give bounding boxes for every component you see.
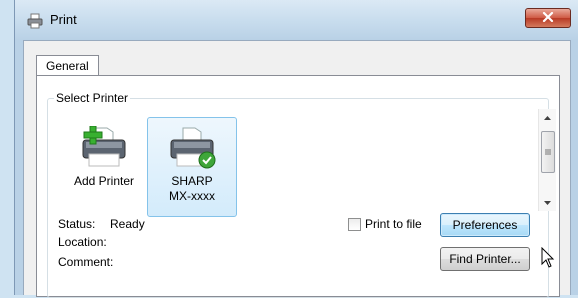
dialog-client-area: General Select Printer Add Printer SHARP… — [23, 40, 571, 298]
location-label: Location: — [58, 235, 107, 249]
window-title: Print — [50, 12, 77, 27]
mouse-pointer-icon — [541, 246, 555, 269]
printer-icon — [27, 13, 43, 29]
preferences-button[interactable]: Preferences — [440, 213, 530, 237]
printer-label: Add Printer — [73, 174, 135, 188]
close-button[interactable] — [525, 8, 571, 28]
printer-list[interactable]: Add Printer SHARP MX-xxxx — [60, 105, 530, 217]
general-tab-page: Select Printer Add Printer SHARP MX-xxxx… — [36, 75, 560, 298]
scroll-up-icon[interactable] — [539, 109, 556, 126]
printer-item-sharp-mx[interactable]: SHARP MX-xxxx — [147, 117, 237, 217]
printer-default-icon — [165, 126, 219, 170]
select-printer-group: Select Printer Add Printer SHARP MX-xxxx… — [47, 91, 556, 298]
status-value: Ready — [110, 217, 145, 231]
tab-general[interactable]: General — [36, 55, 99, 76]
select-printer-label: Select Printer — [54, 91, 131, 105]
title-bar[interactable]: Print — [15, 0, 578, 40]
scroll-thumb[interactable] — [541, 131, 555, 173]
print-dialog-window: Print General Select Printer Add Printer… — [14, 0, 578, 298]
print-to-file-checkbox[interactable] — [348, 217, 361, 231]
print-to-file-label: Print to file — [365, 217, 422, 231]
add-printer-icon — [77, 125, 131, 170]
comment-label: Comment: — [58, 255, 114, 269]
comment-row: Comment: — [58, 255, 114, 269]
printer-item-add-printer[interactable]: Add Printer — [61, 118, 147, 216]
find-printer-button[interactable]: Find Printer... — [440, 247, 530, 271]
printer-label: SHARP MX-xxxx — [169, 174, 215, 203]
location-row: Location: — [58, 235, 110, 249]
scroll-down-icon[interactable] — [539, 194, 556, 211]
status-row: Status: Ready — [58, 217, 145, 231]
print-to-file-option[interactable]: Print to file — [348, 217, 422, 231]
status-label: Status: — [58, 217, 96, 231]
printer-list-scrollbar[interactable] — [538, 109, 556, 211]
close-icon — [542, 11, 554, 25]
